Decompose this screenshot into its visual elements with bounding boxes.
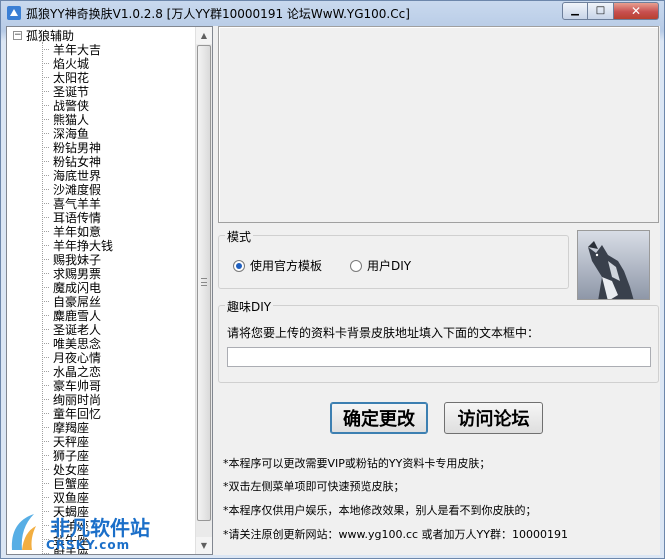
radio-unchecked-icon[interactable] (350, 259, 362, 272)
minimize-icon: ▁ (571, 5, 579, 16)
tree-branch-line (42, 146, 49, 148)
client-area: − 孤狼辅助 羊年大吉 焰火城 太阳花 圣诞节 战警侠 熊猫人 深海鱼 粉钻男神 粉钻女神 海底世… (6, 26, 660, 555)
tree-branch-line (42, 90, 49, 92)
tree-branch-line (42, 104, 49, 106)
maximize-icon: □ (595, 5, 606, 16)
tree-branch-line (42, 384, 49, 386)
official-template-label: 使用官方模板 (250, 259, 323, 273)
tree-branch-line (42, 76, 49, 78)
tree-branch-line (42, 244, 49, 246)
note-line-4: *请关注原创更新网站：www.yg100.cc 或者加万人YY群：1000019… (223, 528, 568, 541)
tree-branch-line (42, 370, 49, 372)
tree-branch-line (42, 328, 49, 330)
howling-wolf-icon (578, 231, 649, 299)
skin-tree[interactable]: − 孤狼辅助 羊年大吉 焰火城 太阳花 圣诞节 战警侠 熊猫人 深海鱼 粉钻男神 粉钻女神 海底世… (6, 26, 213, 555)
tree-branch-line (42, 216, 49, 218)
grip-icon (201, 278, 207, 286)
tree-branch-line (42, 160, 49, 162)
app-icon (7, 6, 21, 20)
tree-branch-line (42, 118, 49, 120)
tree-branch-line (42, 426, 49, 428)
fun-diy-title: 趣味DIY (225, 298, 274, 315)
tree-scrollbar[interactable]: ▲ ▼ (195, 27, 212, 554)
watermark-text: 非凡软件站 (50, 516, 150, 540)
scrollbar-thumb[interactable] (197, 45, 211, 521)
tree-viewport: − 孤狼辅助 羊年大吉 焰火城 太阳花 圣诞节 战警侠 熊猫人 深海鱼 粉钻男神 粉钻女神 海底世… (7, 27, 197, 554)
fun-diy-group: 趣味DIY 请将您要上传的资料卡背景皮肤地址填入下面的文本框中： (218, 298, 659, 383)
app-window: 孤狼YY神奇换肤V1.0.2.8 [万人YY群10000191 论坛WwW.YG… (0, 0, 665, 559)
user-diy-label: 用户DIY (367, 259, 412, 273)
tree-branch-line (42, 62, 49, 64)
tree-branch-line (42, 342, 49, 344)
title-bar[interactable]: 孤狼YY神奇换肤V1.0.2.8 [万人YY群10000191 论坛WwW.YG… (1, 1, 664, 25)
mode-group: 模式 使用官方模板 用户DIY (218, 228, 569, 289)
tree-branch-line (42, 174, 49, 176)
skin-url-input[interactable] (227, 347, 651, 367)
wolf-logo-image (577, 230, 650, 300)
tree-branch-line (42, 314, 49, 316)
official-template-radio[interactable]: 使用官方模板 (233, 257, 322, 274)
scroll-up-arrow-icon[interactable]: ▲ (196, 27, 212, 44)
tree-branch-line (42, 356, 49, 358)
close-button[interactable]: ✕ (614, 2, 659, 20)
note-line-2: *双击左侧菜单项即可快速预览皮肤； (223, 480, 405, 493)
tree-branch-line (42, 412, 49, 414)
collapse-icon[interactable]: − (13, 30, 22, 40)
note-line-1: *本程序可以更改需要VIP或粉钻的YY资料卡专用皮肤； (223, 457, 491, 470)
mode-group-title: 模式 (225, 228, 254, 245)
minimize-button[interactable]: ▁ (562, 2, 588, 20)
tree-branch-line (42, 48, 49, 50)
radio-checked-icon[interactable] (233, 259, 245, 272)
watermark-subtext: CRSKY.com (46, 538, 131, 552)
tree-branch-line (42, 132, 49, 134)
note-line-3: *本程序仅供用户娱乐，本地修改效果，别人是看不到你皮肤的； (223, 504, 537, 517)
tree-branch-line (42, 230, 49, 232)
tree-branch-line (42, 202, 49, 204)
confirm-change-button[interactable]: 确定更改 (330, 402, 428, 434)
tree-branch-line (42, 482, 49, 484)
watermark: 非凡软件站 CRSKY.com (6, 508, 166, 556)
tree-branch-line (42, 258, 49, 260)
window-controls: ▁ □ ✕ (562, 2, 659, 20)
watermark-logo-icon (11, 514, 36, 550)
visit-forum-button[interactable]: 访问论坛 (444, 402, 543, 434)
maximize-button[interactable]: □ (588, 2, 614, 20)
tree-branch-line (42, 272, 49, 274)
tree-item-list: 羊年大吉 焰火城 太阳花 圣诞节 战警侠 熊猫人 深海鱼 粉钻男神 粉钻女神 海底世界 沙滩度假 喜气… (42, 42, 113, 554)
skin-preview-panel (218, 26, 659, 223)
window-title: 孤狼YY神奇换肤V1.0.2.8 [万人YY群10000191 论坛WwW.YG… (26, 7, 410, 21)
user-diy-radio[interactable]: 用户DIY (350, 257, 411, 274)
tree-branch-line (42, 398, 49, 400)
tree-branch-line (42, 496, 49, 498)
tree-branch-line (42, 468, 49, 470)
tree-branch-line (42, 300, 49, 302)
close-icon: ✕ (630, 4, 642, 18)
scroll-down-arrow-icon[interactable]: ▼ (196, 537, 212, 554)
tree-branch-line (42, 286, 49, 288)
tree-branch-line (42, 188, 49, 190)
tree-branch-line (42, 440, 49, 442)
diy-prompt-text: 请将您要上传的资料卡背景皮肤地址填入下面的文本框中： (227, 326, 540, 340)
tree-branch-line (42, 454, 49, 456)
